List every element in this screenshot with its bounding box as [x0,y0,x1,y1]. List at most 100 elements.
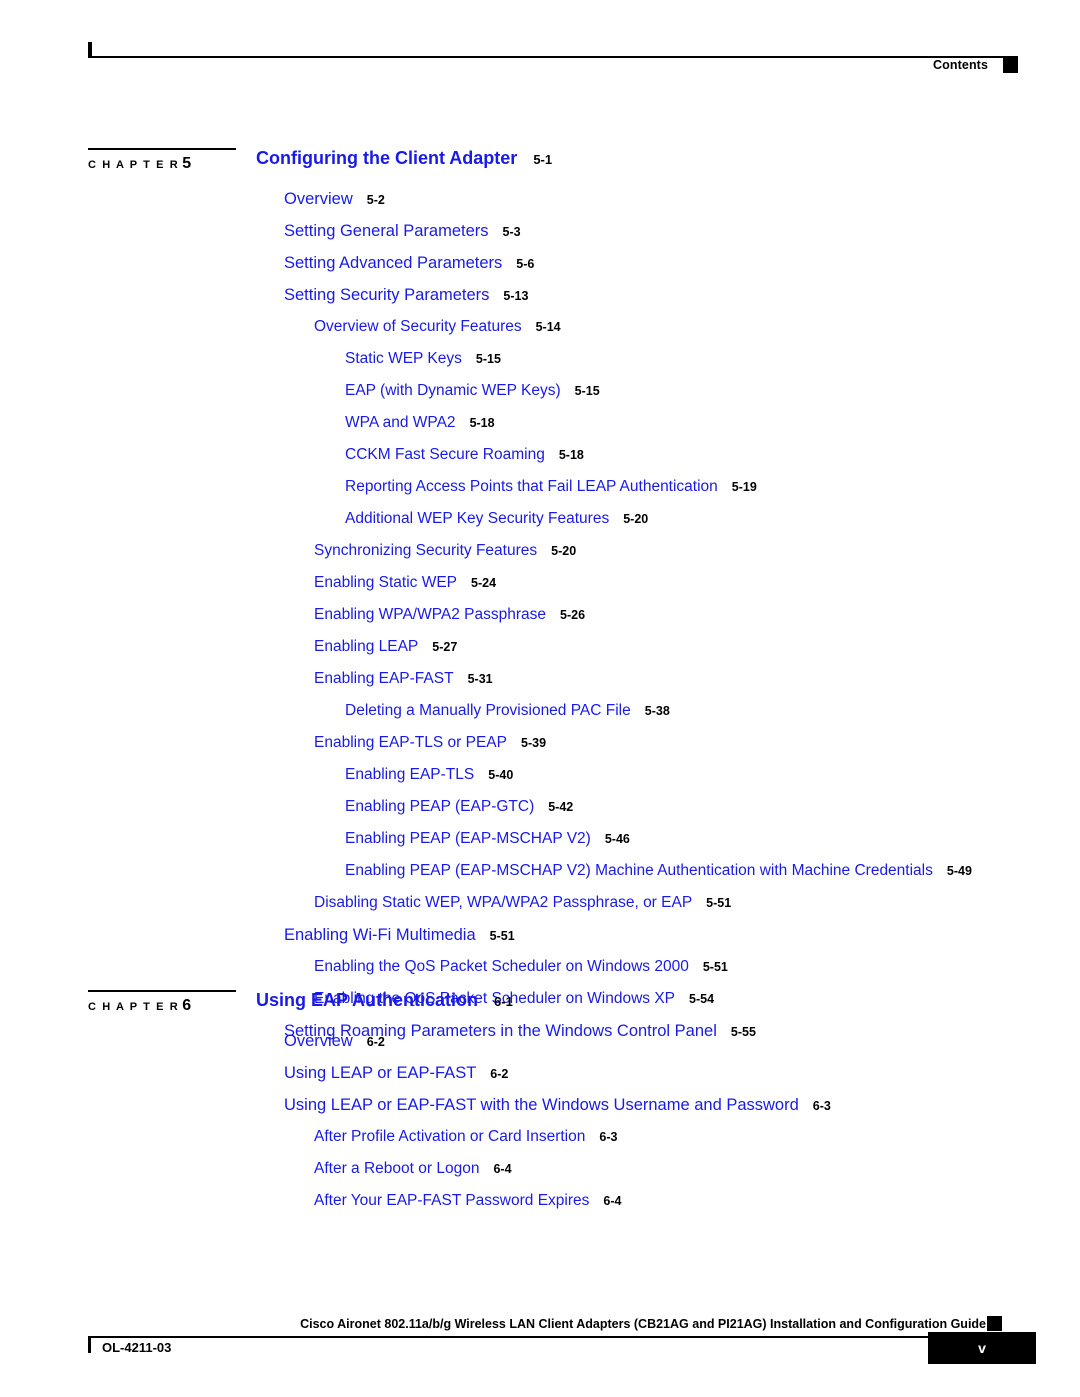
chapter-word: C H A P T E R [88,159,180,171]
toc-entry-page: 5-6 [516,257,535,271]
toc-entry[interactable]: Enabling PEAP (EAP-MSCHAP V2) 5-46 [256,830,1018,862]
toc-entry-title: Enabling EAP-FAST [314,670,454,687]
toc-entry-title: Enabling WPA/WPA2 Passphrase [314,606,547,623]
toc-entry[interactable]: Setting Security Parameters 5-13 [256,286,1018,318]
chapter-marker: C H A P T E R6 [88,990,236,1015]
toc-entry-title: Additional WEP Key Security Features [345,510,610,527]
toc-entry[interactable]: Static WEP Keys 5-15 [256,350,1018,382]
toc-entry[interactable]: Synchronizing Security Features 5-20 [256,542,1018,574]
header-label: Contents [933,58,988,72]
toc-entry[interactable]: Enabling WPA/WPA2 Passphrase 5-26 [256,606,1018,638]
toc-entry-page: 6-2 [490,1067,509,1081]
black-square-marker-icon [987,1316,1002,1331]
toc-entry-title: Enabling LEAP [314,638,419,655]
footer-document-title: Cisco Aironet 802.11a/b/g Wireless LAN C… [300,1317,986,1331]
toc-entry[interactable]: Enabling the QoS Packet Scheduler on Win… [256,958,1018,990]
toc-entry[interactable]: Overview of Security Features 5-14 [256,318,1018,350]
toc-entry-title: Using EAP Authentication [256,990,479,1010]
toc-entry-page: 6-4 [603,1194,622,1208]
toc-entry[interactable]: Setting General Parameters 5-3 [256,222,1018,254]
toc-entry-title: Synchronizing Security Features [314,542,538,559]
toc-entry[interactable]: Enabling EAP-FAST 5-31 [256,670,1018,702]
header-rule [88,56,1018,58]
toc-entry-page: 5-18 [558,448,584,462]
toc-entry[interactable]: Reporting Access Points that Fail LEAP A… [256,478,1018,510]
toc-entry[interactable]: CCKM Fast Secure Roaming 5-18 [256,446,1018,478]
toc-entry-chapter-title[interactable]: Configuring the Client Adapter 5-1 [256,148,1018,190]
toc-entry-page: 5-14 [535,320,561,334]
toc-entry-title: Configuring the Client Adapter [256,148,518,168]
toc-entry-title: Reporting Access Points that Fail LEAP A… [345,478,718,495]
toc-entry-page: 5-2 [366,193,385,207]
toc-entry-title: Enabling Static WEP [314,574,458,591]
toc-entry-title: Overview [284,1032,353,1050]
toc-entry-title: Enabling the QoS Packet Scheduler on Win… [314,958,689,975]
toc-entry-page: 5-1 [533,152,553,167]
toc-entry[interactable]: Enabling PEAP (EAP-GTC) 5-42 [256,798,1018,830]
toc-entry-page: 5-31 [467,672,493,686]
toc-entry-title: Enabling PEAP (EAP-MSCHAP V2) Machine Au… [345,862,933,879]
toc-entry[interactable]: Using LEAP or EAP-FAST 6-2 [256,1064,1018,1096]
toc-entry-page: 6-1 [494,994,513,1009]
toc-entry[interactable]: Enabling Wi-Fi Multimedia 5-51 [256,926,1018,958]
toc-entry-title: Setting Advanced Parameters [284,254,503,272]
chapter-toc-list: Using EAP Authentication 6-1 Overview 6-2 Us… [256,990,1018,1224]
toc-entry-page: 5-13 [503,289,529,303]
toc-entry-page: 5-46 [604,832,630,846]
page-footer: Cisco Aironet 802.11a/b/g Wireless LAN C… [88,1310,1036,1370]
toc-entry[interactable]: Overview 6-2 [256,1032,1018,1064]
toc-entry-page: 5-15 [475,352,501,366]
toc-entry-title: Enabling PEAP (EAP-MSCHAP V2) [345,830,591,847]
chapter-number: 6 [182,997,192,1014]
toc-entry[interactable]: Enabling EAP-TLS 5-40 [256,766,1018,798]
toc-entry-title: After Profile Activation or Card Inserti… [314,1128,586,1145]
toc-entry-page: 5-27 [432,640,458,654]
toc-entry[interactable]: After a Reboot or Logon 6-4 [256,1160,1018,1192]
toc-entry-title: Overview [284,190,353,208]
toc-entry-title: WPA and WPA2 [345,414,456,431]
footer-document-id: OL-4211-03 [102,1340,172,1355]
toc-entry-page: 5-38 [644,704,670,718]
toc-entry[interactable]: EAP (with Dynamic WEP Keys) 5-15 [256,382,1018,414]
footer-left-tick [88,1336,91,1353]
toc-entry-page: 5-20 [623,512,649,526]
toc-entry-page: 5-39 [521,736,547,750]
toc-entry[interactable]: Enabling LEAP 5-27 [256,638,1018,670]
toc-entry[interactable]: Overview 5-2 [256,190,1018,222]
toc-entry[interactable]: Enabling EAP-TLS or PEAP 5-39 [256,734,1018,766]
toc-entry-title: EAP (with Dynamic WEP Keys) [345,382,561,399]
toc-entry[interactable]: WPA and WPA2 5-18 [256,414,1018,446]
toc-entry[interactable]: Setting Advanced Parameters 5-6 [256,254,1018,286]
toc-entry-page: 5-51 [706,896,732,910]
footer-rule [88,1336,1018,1338]
chapter-marker: C H A P T E R5 [88,148,236,173]
toc-entry[interactable]: Additional WEP Key Security Features 5-20 [256,510,1018,542]
toc-entry-page: 6-4 [493,1162,512,1176]
toc-entry[interactable]: Deleting a Manually Provisioned PAC File… [256,702,1018,734]
toc-entry-chapter-title[interactable]: Using EAP Authentication 6-1 [256,990,1018,1032]
chapter-toc-list: Configuring the Client Adapter 5-1 Overvie… [256,148,1018,1054]
toc-entry-page: 5-20 [551,544,577,558]
toc-entry-title: After a Reboot or Logon [314,1160,480,1177]
toc-entry-title: After Your EAP-FAST Password Expires [314,1192,590,1209]
toc-entry[interactable]: After Profile Activation or Card Inserti… [256,1128,1018,1160]
chapter-marker-text: C H A P T E R5 [88,155,236,173]
toc-entry-page: 6-2 [366,1035,385,1049]
toc-entry[interactable]: Using LEAP or EAP-FAST with the Windows … [256,1096,1018,1128]
chapter-marker-text: C H A P T E R6 [88,997,236,1015]
toc-entry-title: CCKM Fast Secure Roaming [345,446,545,463]
toc-entry-title: Deleting a Manually Provisioned PAC File [345,702,631,719]
toc-entry-title: Enabling EAP-TLS or PEAP [314,734,507,751]
toc-entry-title: Enabling PEAP (EAP-GTC) [345,798,535,815]
toc-entry-page: 6-3 [599,1130,618,1144]
toc-entry-page: 5-18 [469,416,495,430]
chapter-number: 5 [182,155,192,172]
toc-entry-page: 5-40 [488,768,514,782]
toc-entry[interactable]: After Your EAP-FAST Password Expires 6-4 [256,1192,1018,1224]
toc-entry[interactable]: Disabling Static WEP, WPA/WPA2 Passphras… [256,894,1018,926]
toc-entry[interactable]: Enabling PEAP (EAP-MSCHAP V2) Machine Au… [256,862,1018,894]
toc-entry[interactable]: Enabling Static WEP 5-24 [256,574,1018,606]
toc-entry-page: 5-24 [471,576,497,590]
toc-entry-page: 5-19 [731,480,757,494]
toc-entry-page: 5-42 [548,800,574,814]
